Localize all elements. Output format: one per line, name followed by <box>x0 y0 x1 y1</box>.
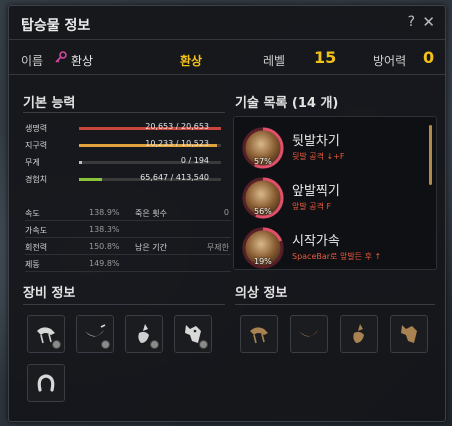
stat-stamina: 지구력 10,233 / 10,523 <box>25 139 223 153</box>
divider <box>23 112 225 113</box>
attr-name: 가속도 <box>25 226 48 235</box>
attr-name: 남은 기간 <box>135 243 167 252</box>
attr-row: 가속도 138.3% <box>25 221 231 238</box>
equip-slot-saddle[interactable] <box>27 315 65 353</box>
skill-list-scrollbar[interactable] <box>429 125 432 185</box>
skill-desc: SpaceBar로 앞발든 후 ↑ <box>292 252 382 261</box>
attribute-grid: 속도 138.9% 죽은 횟수 0 가속도 138.3% 회전력 150.8% … <box>25 204 231 272</box>
skill-desc: 앞발 공격 F <box>292 202 332 211</box>
costume-slot-saddle[interactable] <box>240 315 278 353</box>
skill-name: 시작가속 <box>292 234 340 249</box>
name-label: 이름 <box>21 54 44 68</box>
skill-name: 뒷발차기 <box>292 134 340 149</box>
stat-hp: 생명력 20,653 / 20,653 <box>25 122 223 136</box>
skill-percent: 56% <box>254 207 272 216</box>
slot-indicator <box>199 340 208 349</box>
mount-type: 환상 <box>180 54 203 68</box>
slot-indicator <box>52 340 61 349</box>
attr-value: 138.3% <box>89 225 120 234</box>
stat-value: 65,647 / 413,540 <box>140 173 209 182</box>
defense-value: 0 <box>423 48 435 67</box>
attr-name: 죽은 횟수 <box>135 209 167 218</box>
attr-row: 회전력 150.8% 남은 기간 무제한 <box>25 238 231 255</box>
skill-percent: 57% <box>254 157 272 166</box>
window-title: 탑승물 정보 <box>21 18 91 34</box>
attr-name: 속도 <box>25 209 40 218</box>
attr-row: 제동 149.8% <box>25 255 231 272</box>
costume-saddle-icon <box>250 327 268 344</box>
costume-mask-icon <box>401 325 417 343</box>
skill-name: 앞발찍기 <box>292 184 340 199</box>
attr-name: 회전력 <box>25 243 48 252</box>
costume-title: 의상 정보 <box>235 286 288 301</box>
divider <box>23 304 225 305</box>
equipment-title: 장비 정보 <box>23 286 76 301</box>
close-icon[interactable]: ✕ <box>422 13 435 31</box>
level-label: 레벨 <box>263 54 286 68</box>
mount-header: 이름 환상 환상 레벨 15 방어력 0 <box>9 41 445 75</box>
equip-slot-horseshoe[interactable] <box>27 364 65 402</box>
mount-name: 환상 <box>71 54 94 68</box>
stat-value: 0 / 194 <box>180 156 209 165</box>
skill-list-title: 기술 목록 (14 개) <box>235 96 339 111</box>
stat-value: 10,233 / 10,523 <box>145 139 209 148</box>
attr-value: 무제한 <box>206 243 229 252</box>
skill-item[interactable]: 57% 뒷발차기 뒷발 공격 ↓+F <box>234 123 424 173</box>
attr-value: 150.8% <box>89 242 120 251</box>
exp-bar-fill <box>79 178 102 181</box>
equip-slot-horse-mask[interactable] <box>174 315 212 353</box>
titlebar: 탑승물 정보 ? ✕ <box>9 6 445 40</box>
skill-list[interactable]: 57% 뒷발차기 뒷발 공격 ↓+F 56% 앞발찍기 앞발 공격 F 19% … <box>233 116 437 270</box>
stat-value: 20,653 / 20,653 <box>145 122 209 131</box>
divider <box>235 304 435 305</box>
stat-exp: 경험치 65,647 / 413,540 <box>25 173 223 187</box>
stat-label: 지구력 <box>25 141 48 150</box>
stat-label: 생명력 <box>25 124 48 133</box>
costume-slot-mask[interactable] <box>390 315 428 353</box>
equip-slot-barding[interactable] <box>125 315 163 353</box>
costume-slot-stirrups[interactable] <box>290 315 328 353</box>
slot-indicator <box>101 340 110 349</box>
defense-label: 방어력 <box>373 54 407 68</box>
skill-icon-wrap: 19% <box>242 227 284 269</box>
skill-icon-wrap: 56% <box>242 177 284 219</box>
basic-abilities-title: 기본 능력 <box>23 96 76 111</box>
costume-barding-icon <box>353 324 364 343</box>
help-icon[interactable]: ? <box>408 14 415 30</box>
slot-indicator <box>150 340 159 349</box>
skill-item[interactable]: 56% 앞발찍기 앞발 공격 F <box>234 173 424 223</box>
stat-label: 무게 <box>25 158 40 167</box>
costume-slot-barding[interactable] <box>340 315 378 353</box>
attr-value: 138.9% <box>89 208 120 217</box>
attr-value: 0 <box>223 208 229 217</box>
level-value: 15 <box>314 48 337 67</box>
attr-value: 149.8% <box>89 259 120 268</box>
attr-row: 속도 138.9% 죽은 횟수 0 <box>25 204 231 221</box>
horseshoe-icon <box>37 374 55 392</box>
weight-bar-fill <box>79 161 82 164</box>
skill-icon-wrap: 57% <box>242 127 284 169</box>
stat-label: 경험치 <box>25 175 48 184</box>
equip-slot-stirrups[interactable] <box>76 315 114 353</box>
skill-desc: 뒷발 공격 ↓+F <box>292 152 345 161</box>
mount-info-window: 탑승물 정보 ? ✕ 이름 환상 환상 레벨 15 방어력 0 기본 능력 생명… <box>8 5 446 422</box>
skill-percent: 19% <box>254 257 272 266</box>
rename-key-icon[interactable] <box>54 50 68 64</box>
stat-weight: 무게 0 / 194 <box>25 156 223 170</box>
costume-stirrups-icon <box>299 329 319 337</box>
attr-name: 제동 <box>25 260 40 269</box>
skill-item[interactable]: 19% 시작가속 SpaceBar로 앞발든 후 ↑ <box>234 223 424 269</box>
